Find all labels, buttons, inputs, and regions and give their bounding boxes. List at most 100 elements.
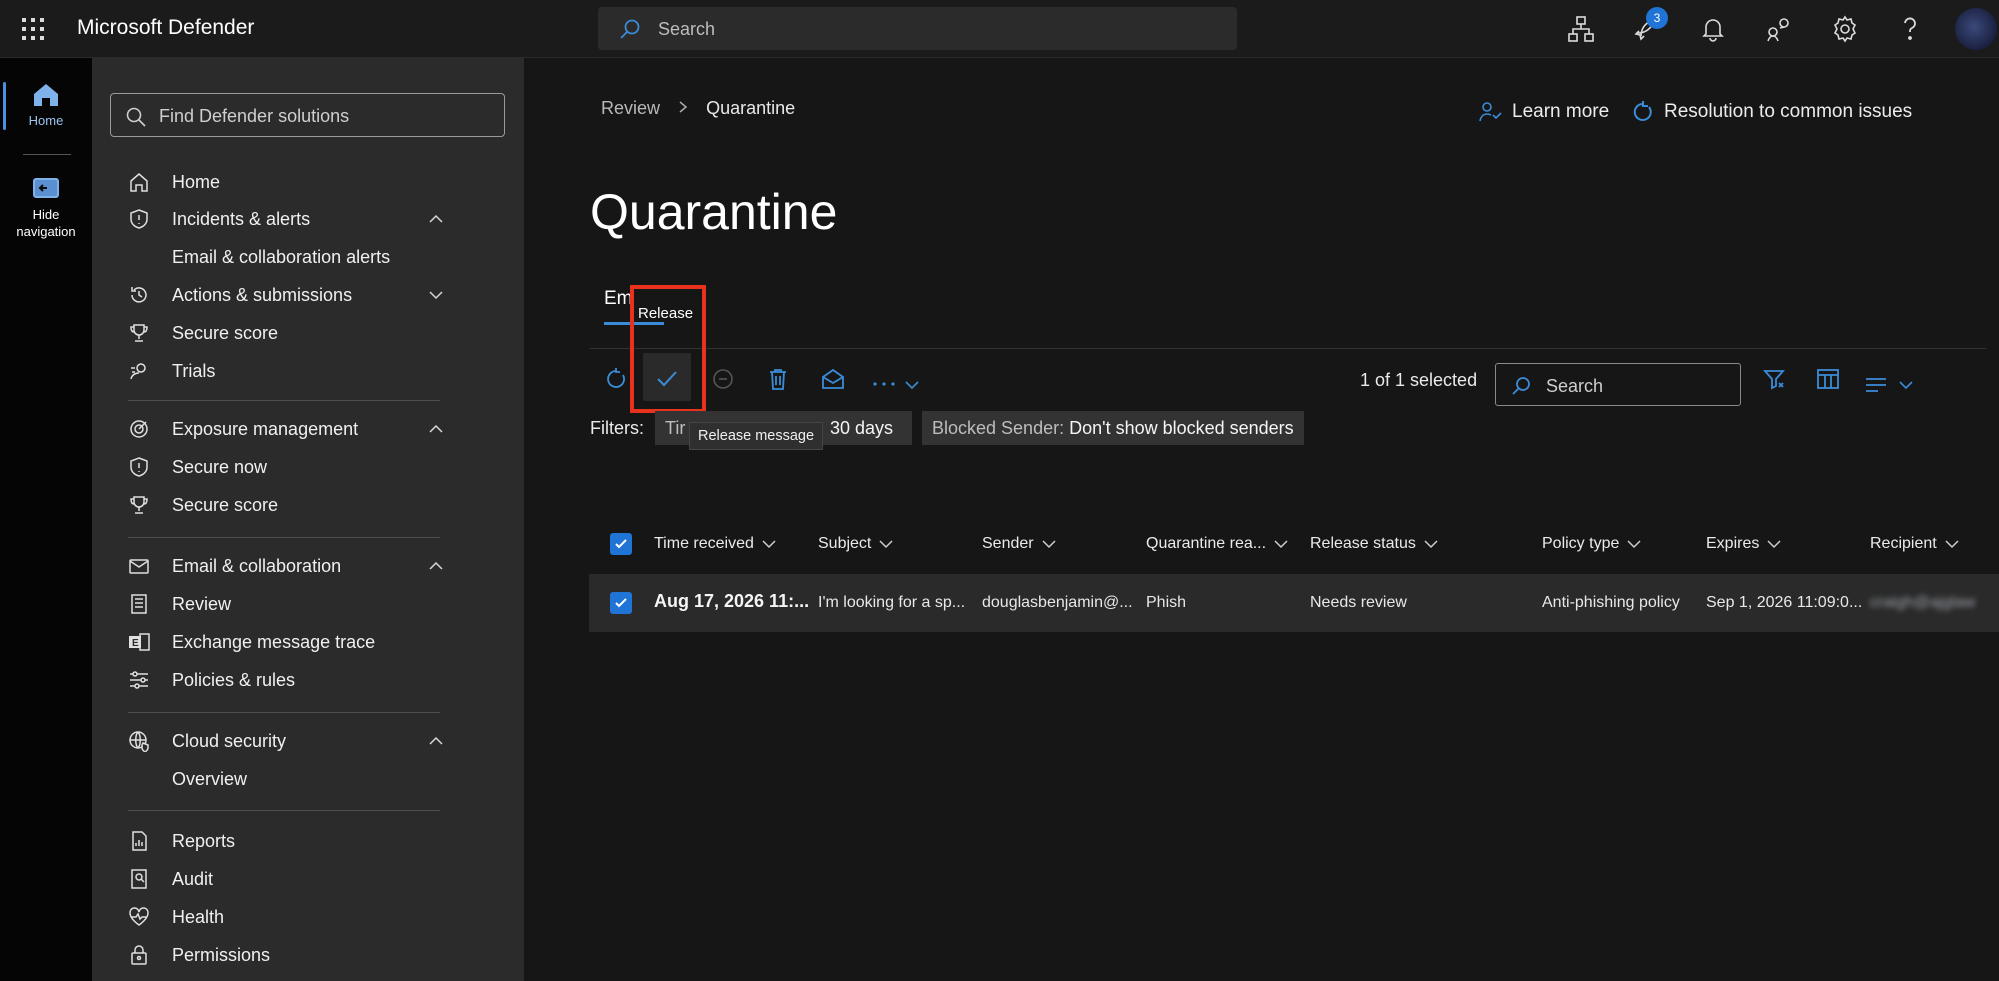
column-label: Release status bbox=[1310, 535, 1416, 552]
community-icon[interactable] bbox=[1764, 14, 1794, 44]
nav-label: Audit bbox=[172, 869, 214, 889]
delete-button[interactable] bbox=[760, 361, 796, 397]
nav-label: Review bbox=[172, 594, 232, 614]
rail-home-button[interactable]: Home bbox=[0, 82, 92, 129]
nav-label: Health bbox=[172, 907, 225, 927]
column-quarantine-reason[interactable]: Quarantine rea... bbox=[1146, 535, 1288, 553]
nav-label: Exchange message trace bbox=[172, 632, 376, 652]
nav-item-exposure-management[interactable]: Exposure management bbox=[92, 411, 524, 447]
list-lines-icon bbox=[1864, 368, 1888, 402]
left-rail: Home Hide navigation bbox=[0, 58, 92, 981]
chevron-up-icon bbox=[428, 733, 444, 749]
nav-item-health[interactable]: Health bbox=[92, 899, 524, 935]
grid-search-input[interactable]: Search bbox=[1495, 363, 1741, 406]
column-expires[interactable]: Expires bbox=[1706, 535, 1781, 553]
grid-search-placeholder: Search bbox=[1546, 376, 1604, 396]
preview-message-button[interactable] bbox=[815, 361, 851, 397]
nav-label: Incidents & alerts bbox=[172, 209, 311, 229]
nav-item-permissions[interactable]: Permissions bbox=[92, 937, 524, 973]
person-help-icon bbox=[1478, 100, 1502, 124]
nav-label: Secure now bbox=[172, 457, 268, 477]
column-label: Policy type bbox=[1542, 535, 1620, 552]
learn-more-link[interactable]: Learn more bbox=[1478, 100, 1609, 124]
row-checkbox[interactable] bbox=[610, 592, 632, 614]
filter-button[interactable] bbox=[1756, 361, 1792, 397]
nav-item-review[interactable]: Review bbox=[92, 586, 524, 622]
cell-recipient: craigh@ajglaw bbox=[1870, 594, 1976, 611]
chevron-down-icon bbox=[1424, 540, 1438, 548]
customize-columns-button[interactable] bbox=[1810, 361, 1846, 397]
nav-item-reports[interactable]: Reports bbox=[92, 823, 524, 859]
history-icon bbox=[128, 284, 152, 306]
navigation-panel: Find Defender solutions Home Incidents &… bbox=[92, 58, 524, 981]
trash-icon bbox=[760, 367, 796, 391]
chevron-down-icon bbox=[1274, 540, 1288, 548]
resolution-link[interactable]: Resolution to common issues bbox=[1630, 100, 1912, 124]
column-recipient[interactable]: Recipient bbox=[1870, 535, 1959, 553]
help-icon[interactable] bbox=[1895, 14, 1925, 44]
tab-email[interactable]: Em bbox=[604, 288, 633, 310]
chevron-up-icon bbox=[428, 558, 444, 574]
column-sender[interactable]: Sender bbox=[982, 535, 1056, 553]
nav-item-home[interactable]: Home bbox=[92, 164, 524, 200]
nav-label: Reports bbox=[172, 831, 236, 851]
envelope-open-icon bbox=[815, 367, 851, 391]
search-icon bbox=[125, 106, 147, 128]
column-release-status[interactable]: Release status bbox=[1310, 535, 1438, 553]
org-chart-icon[interactable] bbox=[1566, 14, 1596, 44]
breadcrumb-review-link[interactable]: Review bbox=[601, 98, 660, 118]
nav-item-audit[interactable]: Audit bbox=[92, 861, 524, 897]
audit-icon bbox=[128, 868, 152, 890]
avatar[interactable] bbox=[1955, 8, 1997, 50]
nav-item-actions-submissions[interactable]: Actions & submissions bbox=[92, 277, 524, 313]
refresh-button[interactable] bbox=[598, 361, 634, 397]
trials-icon bbox=[128, 360, 152, 382]
cell-time-received: Aug 17, 2026 11:... bbox=[654, 591, 810, 611]
nav-item-trials[interactable]: Trials bbox=[92, 353, 524, 389]
exchange-icon: E bbox=[128, 631, 152, 653]
app-title[interactable]: Microsoft Defender bbox=[77, 16, 254, 40]
filter-chip-blocked-sender[interactable]: Blocked Sender: Don't show blocked sende… bbox=[922, 411, 1304, 445]
nav-item-email-collab-alerts[interactable]: Email & collaboration alerts bbox=[92, 239, 524, 275]
nav-item-email-collaboration[interactable]: Email & collaboration bbox=[92, 548, 524, 584]
nav-item-exchange-message-trace[interactable]: E Exchange message trace bbox=[92, 624, 524, 660]
bell-icon[interactable] bbox=[1698, 14, 1728, 44]
breadcrumb-current: Quarantine bbox=[706, 98, 796, 118]
hide-navigation-button[interactable]: Hide navigation bbox=[0, 176, 92, 240]
nav-item-policies-rules[interactable]: Policies & rules bbox=[92, 662, 524, 698]
nav-label: Cloud security bbox=[172, 731, 287, 751]
selected-count: 1 of 1 selected bbox=[1360, 370, 1478, 390]
more-actions-button[interactable] bbox=[870, 361, 926, 397]
nav-label: Email & collaboration alerts bbox=[172, 247, 391, 267]
nav-divider bbox=[128, 712, 440, 713]
deny-button[interactable] bbox=[705, 361, 741, 397]
app-launcher-icon[interactable] bbox=[20, 16, 46, 42]
column-subject[interactable]: Subject bbox=[818, 535, 893, 553]
find-solutions-input[interactable]: Find Defender solutions bbox=[110, 93, 505, 137]
nav-item-secure-score-2[interactable]: Secure score bbox=[92, 487, 524, 523]
nav-item-secure-score[interactable]: Secure score bbox=[92, 315, 524, 351]
nav-item-incidents-alerts[interactable]: Incidents & alerts bbox=[92, 201, 524, 237]
nav-item-overview[interactable]: Overview bbox=[92, 761, 524, 797]
cell-release-status: Needs review bbox=[1310, 594, 1407, 611]
nav-item-secure-now[interactable]: Secure now bbox=[92, 449, 524, 485]
gear-icon[interactable] bbox=[1830, 14, 1860, 44]
mail-icon bbox=[128, 555, 152, 577]
breadcrumb: Review Quarantine bbox=[601, 98, 795, 119]
filter-sender-value: Don't show blocked senders bbox=[1069, 418, 1294, 438]
chevron-down-icon bbox=[904, 372, 920, 398]
nav-item-cloud-security[interactable]: Cloud security bbox=[92, 723, 524, 759]
more-dots-icon bbox=[872, 375, 896, 393]
column-label: Subject bbox=[818, 535, 872, 552]
column-label: Expires bbox=[1706, 535, 1760, 552]
heart-pulse-icon bbox=[128, 906, 152, 928]
group-by-button[interactable] bbox=[1860, 361, 1920, 397]
column-time-received[interactable]: Time received bbox=[654, 535, 776, 553]
filter-time-key: Tir bbox=[665, 418, 686, 438]
notification-badge: 3 bbox=[1646, 7, 1668, 29]
svg-text:E: E bbox=[132, 638, 139, 649]
column-policy-type[interactable]: Policy type bbox=[1542, 535, 1641, 553]
block-icon bbox=[705, 367, 741, 391]
global-search-input[interactable]: Search bbox=[598, 7, 1237, 50]
select-all-checkbox[interactable] bbox=[610, 533, 632, 555]
